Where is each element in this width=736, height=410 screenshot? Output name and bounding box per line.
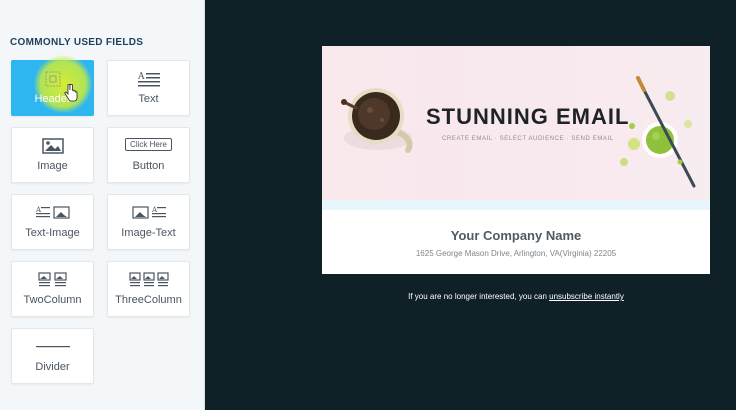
- banner-divider-strip: [322, 200, 710, 210]
- field-tile-image[interactable]: Image: [11, 127, 94, 183]
- unsubscribe-text: If you are no longer interested, you can: [408, 292, 550, 301]
- unsubscribe-footer: If you are no longer interested, you can…: [322, 292, 710, 301]
- field-tile-divider[interactable]: Divider: [11, 328, 94, 384]
- field-tile-text-image[interactable]: A Text-Image: [11, 194, 94, 250]
- field-tile-label: Text-Image: [25, 227, 80, 239]
- field-tile-label: Image-Text: [121, 227, 176, 239]
- text-lines-icon: A: [108, 71, 189, 87]
- button-icon: Click Here: [108, 138, 189, 151]
- field-tile-label: TwoColumn: [23, 294, 82, 306]
- unsubscribe-link[interactable]: unsubscribe instantly: [549, 292, 624, 301]
- sidebar-title: COMMONLY USED FIELDS: [10, 37, 144, 48]
- field-tile-label: Image: [37, 160, 68, 172]
- header-icon: [12, 71, 93, 87]
- image-text-icon: A: [108, 205, 189, 219]
- hand-cursor-icon: [64, 83, 78, 107]
- field-tile-text[interactable]: A Text: [107, 60, 190, 116]
- fields-sidebar: COMMONLY USED FIELDS Header A Text Image…: [0, 0, 205, 410]
- divider-icon: [12, 345, 93, 349]
- field-tile-button[interactable]: Click Here Button: [107, 127, 190, 183]
- coffee-cup-image: [341, 88, 413, 153]
- image-icon: [12, 138, 93, 154]
- field-tile-label: Divider: [35, 361, 70, 373]
- field-tile-label: ThreeColumn: [115, 294, 182, 306]
- field-tile-three-column[interactable]: ThreeColumn: [107, 261, 190, 317]
- company-name: Your Company Name: [450, 228, 582, 243]
- field-tile-image-text[interactable]: A Image-Text: [107, 194, 190, 250]
- email-subnav: CREATE EMAIL · SELECT AUDIENCE · SEND EM…: [442, 136, 614, 142]
- company-address: 1625 George Mason Drive, Arlington, VA(V…: [415, 249, 617, 258]
- three-column-icon: [108, 272, 189, 288]
- email-canvas[interactable]: STUNNING EMAIL CREATE EMAIL · SELECT AUD…: [322, 46, 710, 274]
- field-tile-header[interactable]: Header: [11, 55, 94, 116]
- email-preview-area: STUNNING EMAIL CREATE EMAIL · SELECT AUD…: [206, 0, 736, 410]
- button-icon-text: Click Here: [125, 138, 172, 151]
- field-tile-label: Button: [132, 160, 165, 172]
- two-column-icon: [12, 272, 93, 288]
- field-tile-label: Text: [138, 93, 159, 105]
- field-tile-two-column[interactable]: TwoColumn: [11, 261, 94, 317]
- paintbrush-image: [620, 76, 696, 188]
- text-image-icon: A: [12, 205, 93, 219]
- svg-text:A: A: [151, 206, 158, 214]
- email-headline: STUNNING EMAIL: [426, 104, 630, 129]
- svg-text:A: A: [138, 72, 145, 82]
- header-banner[interactable]: STUNNING EMAIL CREATE EMAIL · SELECT AUD…: [322, 46, 710, 200]
